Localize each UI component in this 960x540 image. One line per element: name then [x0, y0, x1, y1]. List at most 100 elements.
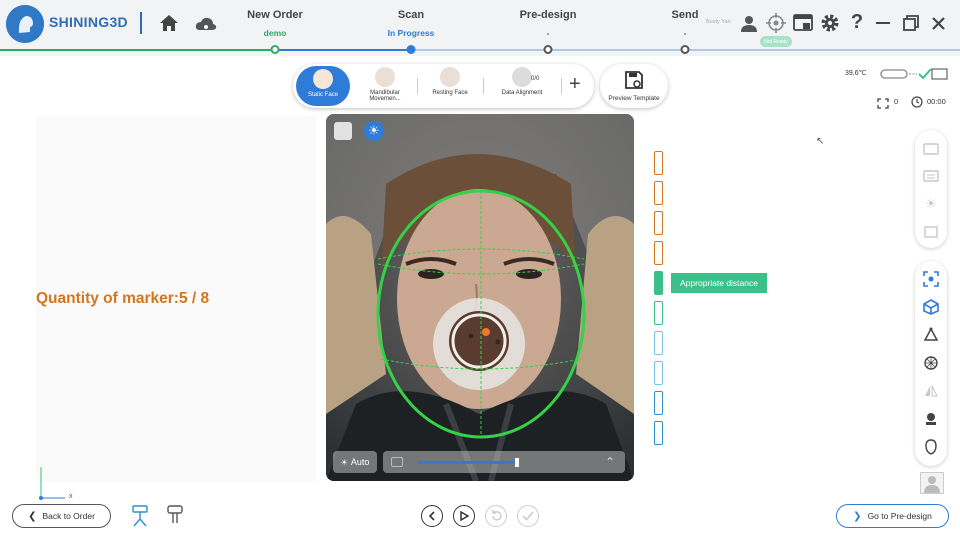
step-send-status: - — [683, 28, 687, 38]
preview-template-button[interactable]: Preview Template — [600, 64, 668, 108]
target-icon[interactable] — [765, 12, 787, 34]
play-button[interactable] — [453, 505, 475, 527]
marker-label: Quantity of marker: — [36, 290, 179, 307]
distance-level-current — [654, 271, 663, 295]
distance-level — [654, 151, 663, 175]
marker-quantity: Quantity of marker:5 / 8 — [36, 290, 209, 308]
home-icon[interactable] — [158, 12, 180, 34]
divider — [561, 78, 562, 94]
face-outline-icon[interactable] — [915, 433, 947, 461]
mode-resting-face[interactable]: Resting Face — [420, 64, 480, 108]
add-mode-button[interactable]: + — [569, 73, 581, 96]
back-to-order-button[interactable]: ❮ Back to Order — [12, 504, 111, 528]
landmark-icon[interactable] — [915, 321, 947, 349]
mesh-icon[interactable] — [915, 349, 947, 377]
step-send[interactable]: Send — [672, 9, 699, 21]
distance-hint: Appropriate distance — [671, 273, 767, 293]
sun-icon: ☀ — [340, 457, 348, 467]
undo-button[interactable] — [485, 505, 507, 527]
texture-icon[interactable] — [915, 218, 947, 246]
chevron-up-icon[interactable]: ⌃ — [605, 455, 615, 469]
brand-name: SHINING3D — [49, 14, 128, 30]
help-icon[interactable]: ? — [846, 11, 868, 33]
divider — [483, 78, 484, 94]
cube-icon[interactable] — [915, 293, 947, 321]
scan-timer: 00:00 — [927, 97, 946, 106]
right-panel-tools — [915, 261, 947, 466]
restore-icon[interactable] — [900, 12, 922, 34]
step-node — [680, 45, 690, 54]
exposure-slider-fill — [417, 461, 517, 464]
clock-icon — [911, 95, 923, 113]
user-icon[interactable] — [738, 12, 760, 34]
mode-label: Resting Face — [432, 90, 468, 96]
status-badge: Not Ready — [760, 36, 792, 47]
scan-tool-icon[interactable] — [915, 134, 947, 162]
mirror-icon[interactable] — [915, 377, 947, 405]
step-scan-status: In Progress — [387, 28, 435, 38]
cloud-icon[interactable] — [195, 13, 217, 35]
face-icon — [440, 67, 460, 87]
step-node — [406, 45, 416, 54]
scan-mode-bar: Static Face Mandibular Movemen... Restin… — [293, 64, 594, 108]
mouse-cursor: ↖ — [816, 136, 825, 147]
device-connected-icon — [879, 67, 949, 86]
step-node — [543, 45, 553, 54]
divider — [417, 78, 418, 94]
previous-button[interactable] — [421, 505, 443, 527]
minimize-icon[interactable] — [876, 22, 890, 24]
brightness-icon[interactable]: ☀ — [364, 121, 384, 141]
avatar[interactable] — [920, 472, 944, 494]
progress-active — [275, 49, 411, 51]
axis-x-label: x — [69, 493, 73, 500]
face-camera-image — [326, 114, 634, 481]
jaw-icon — [375, 67, 395, 87]
marker-value: 5 / 8 — [178, 290, 210, 307]
exposure-slider-handle[interactable] — [515, 458, 519, 467]
distance-level — [654, 301, 663, 325]
distance-level — [654, 421, 663, 445]
distance-level — [654, 211, 663, 235]
close-icon[interactable] — [927, 12, 949, 34]
camera-mode-icon[interactable] — [334, 122, 352, 140]
alignment-count: 0/0 — [531, 76, 540, 82]
mode-label: Data Alignment — [501, 90, 543, 96]
multi-scan-icon[interactable] — [915, 162, 947, 190]
confirm-button[interactable] — [517, 505, 539, 527]
chevron-right-icon: ❯ — [853, 510, 862, 522]
logo-divider — [140, 12, 142, 34]
back-label: Back to Order — [42, 511, 95, 521]
step-scan[interactable]: Scan — [398, 9, 424, 21]
distance-level — [654, 361, 663, 385]
axis-indicator — [38, 464, 78, 507]
step-new-order[interactable]: New Order — [247, 9, 303, 21]
mode-data-alignment[interactable]: Data Alignment — [489, 64, 555, 108]
top-bar: SHINING3D New Order demo Scan In Progres… — [0, 0, 960, 56]
right-panel-top: ☀ — [915, 130, 947, 248]
window-capture-icon[interactable] — [792, 12, 814, 34]
face-scanner-icon[interactable] — [166, 505, 184, 532]
go-to-pre-design-button[interactable]: ❯ Go to Pre-design — [836, 504, 949, 528]
auto-exposure-button[interactable]: ☀ Auto — [333, 451, 377, 473]
distance-level — [654, 331, 663, 355]
gear-icon[interactable] — [819, 12, 841, 34]
preview-label: Preview Template — [608, 95, 660, 102]
head-profile-icon[interactable] — [915, 405, 947, 433]
scanner-device-icon[interactable] — [131, 505, 149, 532]
face-icon — [313, 69, 333, 89]
brightness-low-icon — [391, 457, 403, 467]
save-preview-icon — [625, 71, 643, 89]
mode-mandibular[interactable]: Mandibular Movemen... — [355, 64, 415, 108]
next-label: Go to Pre-design — [867, 511, 932, 521]
step-pre-design[interactable]: Pre-design — [520, 9, 577, 21]
light-icon[interactable]: ☀ — [915, 190, 947, 218]
user-name: Busty Yan — [706, 19, 731, 25]
chevron-left-icon: ❮ — [28, 510, 37, 522]
select-region-icon[interactable] — [915, 265, 947, 293]
distance-level — [654, 241, 663, 265]
step-new-order-status: demo — [263, 28, 287, 38]
camera-preview[interactable]: ☀ ☀ Auto ⌃ — [326, 114, 634, 481]
mode-label: Mandibular Movemen... — [369, 90, 401, 103]
mode-static-face[interactable]: Static Face — [296, 66, 350, 106]
logo-icon — [6, 5, 44, 43]
